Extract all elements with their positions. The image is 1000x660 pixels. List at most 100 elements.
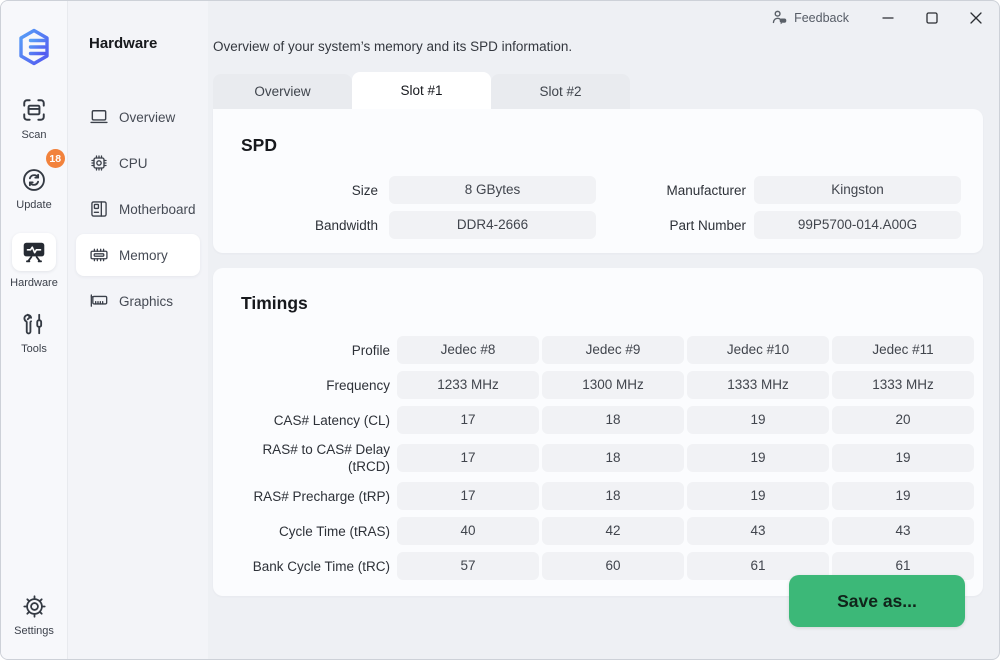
- panel-item-overview[interactable]: Overview: [76, 96, 200, 138]
- sidebar-item-settings[interactable]: Settings: [14, 593, 54, 637]
- app-window: Scan 18 Update: [0, 0, 1000, 660]
- laptop-icon: [89, 107, 109, 127]
- timing-value-pill: 19: [832, 444, 974, 472]
- panel-item-label: CPU: [119, 156, 148, 171]
- panel-item-motherboard[interactable]: Motherboard: [76, 188, 200, 230]
- timing-label: RAS# Precharge (tRP): [241, 488, 390, 505]
- memory-icon: [89, 245, 109, 265]
- timings-row: Profile Jedec #8 Jedec #9 Jedec #10 Jede…: [241, 336, 983, 364]
- timings-row: RAS# to CAS# Delay (tRCD) 17 18 19 19: [241, 441, 983, 475]
- field-value-pill: Kingston: [754, 176, 961, 204]
- tab-overview[interactable]: Overview: [213, 74, 352, 109]
- field-label: Bandwidth: [241, 218, 378, 233]
- motherboard-icon: [89, 199, 109, 219]
- spd-card: SPD Size 8 GBytes Manufacturer Kingston …: [213, 109, 983, 253]
- tools-icon: [21, 311, 47, 337]
- close-button[interactable]: [969, 11, 983, 25]
- panel-title: Hardware: [68, 35, 208, 52]
- timing-value-pill: Jedec #9: [542, 336, 684, 364]
- timing-value-pill: 1333 MHz: [832, 371, 974, 399]
- hardware-nav: Overview CPU: [68, 96, 208, 322]
- timing-value-pill: Jedec #10: [687, 336, 829, 364]
- spd-fields: Size 8 GBytes Manufacturer Kingston Band…: [241, 176, 983, 239]
- sidebar-item-label: Hardware: [10, 277, 58, 289]
- timing-value-pill: 19: [687, 406, 829, 434]
- feedback-button[interactable]: Feedback: [771, 9, 849, 26]
- update-icon: [21, 167, 47, 193]
- hardware-panel: Hardware Overview: [68, 1, 208, 659]
- spd-row: Bandwidth DDR4-2666 Part Number 99P5700-…: [241, 211, 983, 239]
- field-value-pill: 99P5700-014.A00G: [754, 211, 961, 239]
- timing-label: Frequency: [241, 377, 390, 394]
- panel-item-memory[interactable]: Memory: [76, 234, 200, 276]
- timing-value-pill: 60: [542, 552, 684, 580]
- timing-label: Profile: [241, 342, 390, 359]
- titlebar-controls: Feedback: [771, 9, 983, 26]
- slot-tabs: Overview Slot #1 Slot #2: [213, 74, 983, 109]
- timings-title: Timings: [241, 291, 983, 315]
- sidebar-item-hardware[interactable]: Hardware: [10, 233, 58, 289]
- timing-value-pill: 42: [542, 517, 684, 545]
- timing-label: CAS# Latency (CL): [241, 412, 390, 429]
- update-badge: 18: [46, 149, 65, 168]
- timing-value-pill: 43: [832, 517, 974, 545]
- sidebar-item-update[interactable]: 18 Update: [16, 167, 51, 211]
- timing-value-pill: 1300 MHz: [542, 371, 684, 399]
- timing-value-pill: 19: [687, 482, 829, 510]
- field-value-pill: DDR4-2666: [389, 211, 596, 239]
- timings-row: RAS# Precharge (tRP) 17 18 19 19: [241, 482, 983, 510]
- feedback-label: Feedback: [794, 11, 849, 25]
- timing-label: Bank Cycle Time (tRC): [241, 558, 390, 575]
- field-value-pill: 8 GBytes: [389, 176, 596, 204]
- tab-slot-2[interactable]: Slot #2: [491, 74, 630, 109]
- save-as-button[interactable]: Save as...: [789, 575, 965, 627]
- spd-row: Size 8 GBytes Manufacturer Kingston: [241, 176, 983, 204]
- feedback-icon: [771, 9, 788, 26]
- timing-value-pill: 40: [397, 517, 539, 545]
- panel-item-label: Memory: [119, 248, 168, 263]
- minimize-button[interactable]: [881, 11, 895, 25]
- timings-row: Cycle Time (tRAS) 40 42 43 43: [241, 517, 983, 545]
- hardware-icon: [12, 233, 56, 271]
- sidebar-item-label: Update: [16, 199, 51, 211]
- timing-value-pill: 17: [397, 444, 539, 472]
- panel-item-cpu[interactable]: CPU: [76, 142, 200, 184]
- sidebar-item-label: Scan: [21, 129, 46, 141]
- timing-value-pill: 19: [832, 482, 974, 510]
- timings-row: Frequency 1233 MHz 1300 MHz 1333 MHz 133…: [241, 371, 983, 399]
- left-rail: Scan 18 Update: [1, 1, 68, 659]
- sidebar-item-label: Settings: [14, 625, 54, 637]
- timing-value-pill: 17: [397, 406, 539, 434]
- page-description: Overview of your system’s memory and its…: [213, 39, 983, 55]
- sidebar-item-scan[interactable]: Scan: [21, 97, 47, 141]
- timing-value-pill: 1333 MHz: [687, 371, 829, 399]
- timing-value-pill: 57: [397, 552, 539, 580]
- timing-value-pill: 43: [687, 517, 829, 545]
- panel-item-label: Graphics: [119, 294, 173, 309]
- timings-table: Profile Jedec #8 Jedec #9 Jedec #10 Jede…: [241, 336, 983, 580]
- main-content: Feedback Overview of your system’s memor…: [208, 1, 999, 659]
- spd-title: SPD: [241, 133, 983, 157]
- timing-value-pill: 17: [397, 482, 539, 510]
- panel-item-label: Motherboard: [119, 202, 196, 217]
- scan-icon: [21, 97, 47, 123]
- timing-value-pill: Jedec #11: [832, 336, 974, 364]
- timing-value-pill: 20: [832, 406, 974, 434]
- field-label: Manufacturer: [596, 183, 746, 198]
- tab-slot-1[interactable]: Slot #1: [352, 72, 491, 109]
- timings-row: CAS# Latency (CL) 17 18 19 20: [241, 406, 983, 434]
- panel-item-graphics[interactable]: Graphics: [76, 280, 200, 322]
- timing-label: Cycle Time (tRAS): [241, 523, 390, 540]
- timings-card: Timings Profile Jedec #8 Jedec #9 Jedec …: [213, 268, 983, 596]
- sidebar-item-tools[interactable]: Tools: [21, 311, 47, 355]
- gear-icon: [21, 593, 47, 619]
- timing-value-pill: 18: [542, 482, 684, 510]
- timing-value-pill: 18: [542, 444, 684, 472]
- cpu-icon: [89, 153, 109, 173]
- panel-item-label: Overview: [119, 110, 175, 125]
- field-label: Part Number: [596, 218, 746, 233]
- field-label: Size: [241, 183, 378, 198]
- timing-label: RAS# to CAS# Delay (tRCD): [241, 441, 390, 475]
- timing-value-pill: 1233 MHz: [397, 371, 539, 399]
- maximize-button[interactable]: [925, 11, 939, 25]
